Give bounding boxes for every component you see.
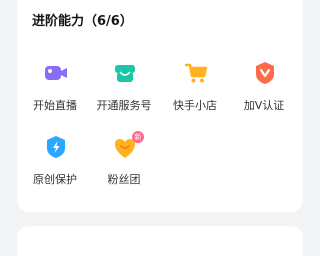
open-service-account-item[interactable]: 开通服务号 bbox=[88, 60, 160, 120]
service-store-icon bbox=[112, 60, 138, 86]
fan-club-label: 粉丝团 bbox=[107, 173, 141, 186]
new-badge: 新 bbox=[132, 131, 144, 143]
start-live-label: 开始直播 bbox=[33, 99, 77, 112]
fan-club-item[interactable]: 新 粉丝团 bbox=[88, 131, 160, 194]
v-verification-label: 加V认证 bbox=[243, 99, 285, 112]
video-camera-icon bbox=[43, 60, 69, 86]
fan-club-heart-icon: 新 bbox=[112, 131, 144, 160]
original-protection-item[interactable]: 原创保护 bbox=[19, 134, 91, 194]
original-shield-icon bbox=[43, 134, 69, 160]
next-card bbox=[17, 226, 303, 256]
kuaishou-store-item[interactable]: 快手小店 bbox=[159, 60, 231, 120]
v-verification-item[interactable]: 加V认证 bbox=[228, 60, 300, 120]
original-protection-label: 原创保护 bbox=[33, 173, 77, 186]
open-service-account-label: 开通服务号 bbox=[96, 99, 152, 112]
shopping-cart-icon bbox=[183, 60, 209, 86]
kuaishou-store-label: 快手小店 bbox=[173, 99, 217, 112]
start-live-item[interactable]: 开始直播 bbox=[19, 60, 91, 120]
section-title: 进阶能力（6/6） bbox=[32, 14, 133, 29]
verified-v-icon bbox=[252, 60, 278, 86]
